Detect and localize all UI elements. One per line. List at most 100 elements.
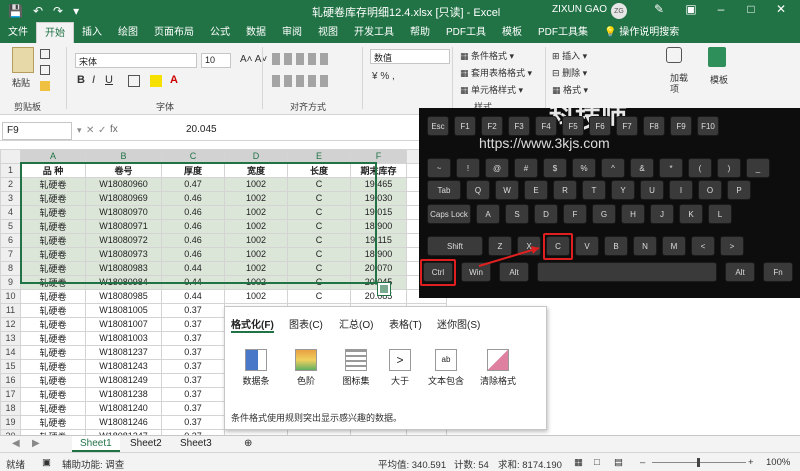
cell[interactable]: 卷号 bbox=[85, 162, 162, 178]
redo-icon[interactable]: ↷ bbox=[53, 4, 63, 18]
tab-insert[interactable]: 插入 bbox=[74, 22, 110, 43]
cell[interactable]: 轧硬卷 bbox=[20, 344, 86, 360]
copy-icon[interactable] bbox=[40, 65, 50, 75]
cell[interactable]: 轧硬卷 bbox=[20, 414, 86, 430]
cell[interactable]: W18080972 bbox=[85, 232, 162, 248]
cell[interactable]: 轧硬卷 bbox=[20, 358, 86, 374]
cell[interactable]: 1002 bbox=[224, 176, 288, 192]
row-header[interactable]: 8 bbox=[0, 260, 21, 276]
column-header[interactable]: F bbox=[350, 149, 407, 164]
cell[interactable]: W18081243 bbox=[85, 358, 162, 374]
row-header[interactable]: 9 bbox=[0, 274, 21, 290]
underline-button[interactable]: U bbox=[105, 74, 113, 86]
font-color-icon[interactable]: A bbox=[170, 74, 178, 86]
cell[interactable]: 轧硬卷 bbox=[20, 204, 86, 220]
cell[interactable]: 19.030 bbox=[350, 190, 407, 206]
page-layout-view-icon[interactable]: □ bbox=[594, 457, 600, 468]
cell[interactable]: 长度 bbox=[287, 162, 351, 178]
cell[interactable]: 1002 bbox=[224, 288, 288, 304]
fill-color-icon[interactable] bbox=[150, 75, 162, 87]
cell[interactable]: 0.44 bbox=[161, 288, 225, 304]
paste-icon[interactable] bbox=[12, 47, 34, 73]
cell[interactable]: 0.37 bbox=[161, 302, 225, 318]
name-box[interactable]: F9 bbox=[2, 122, 72, 140]
cell[interactable]: W18081005 bbox=[85, 302, 162, 318]
tab-formulas[interactable]: 公式 bbox=[202, 22, 238, 43]
insert-function-button[interactable]: fx bbox=[110, 124, 118, 135]
tab-developer[interactable]: 开发工具 bbox=[346, 22, 402, 43]
table-row[interactable]: 2 轧硬卷 W18080960 0.47 1002 C 19.465 bbox=[0, 176, 447, 192]
row-header[interactable]: 4 bbox=[0, 204, 21, 220]
tab-data[interactable]: 数据 bbox=[238, 22, 274, 43]
cell[interactable]: W18080985 bbox=[85, 288, 162, 304]
qa-tab-formatting[interactable]: 格式化(F) bbox=[231, 316, 274, 333]
indent-icons[interactable] bbox=[272, 75, 332, 87]
paste-label[interactable]: 粘贴 bbox=[12, 76, 30, 89]
tab-help[interactable]: 帮助 bbox=[402, 22, 438, 43]
cell[interactable]: W18081240 bbox=[85, 400, 162, 416]
addin-label[interactable]: 加载项 bbox=[670, 73, 690, 95]
cell[interactable]: 19.115 bbox=[350, 232, 407, 248]
cell[interactable]: 0.37 bbox=[161, 372, 225, 388]
zoom-level[interactable]: 100% bbox=[766, 457, 790, 468]
cell[interactable]: W18080983 bbox=[85, 260, 162, 276]
tab-view[interactable]: 视图 bbox=[310, 22, 346, 43]
template-icon[interactable] bbox=[708, 47, 726, 67]
close-icon[interactable]: ✕ bbox=[772, 2, 790, 16]
qa-tab-tables[interactable]: 表格(T) bbox=[389, 316, 422, 331]
row-header[interactable]: 6 bbox=[0, 232, 21, 248]
cell[interactable]: W18080984 bbox=[85, 274, 162, 290]
zoom-in-icon[interactable]: + bbox=[748, 457, 754, 468]
cell[interactable]: W18080971 bbox=[85, 218, 162, 234]
cell[interactable]: 0.37 bbox=[161, 316, 225, 332]
cell[interactable]: 0.44 bbox=[161, 274, 225, 290]
cell[interactable]: C bbox=[287, 204, 351, 220]
cell[interactable]: W18081007 bbox=[85, 316, 162, 332]
minimize-icon[interactable]: – bbox=[712, 2, 730, 16]
delete-cells-button[interactable]: ⊟ 删除 ▾ bbox=[552, 66, 587, 79]
cell[interactable]: 18.900 bbox=[350, 246, 407, 262]
customize-icon[interactable]: ▾ bbox=[73, 4, 79, 18]
row-header[interactable]: 14 bbox=[0, 344, 21, 360]
cell[interactable]: 轧硬卷 bbox=[20, 288, 86, 304]
cell[interactable]: C bbox=[287, 288, 351, 304]
cell[interactable]: C bbox=[287, 218, 351, 234]
row-header[interactable]: 7 bbox=[0, 246, 21, 262]
feedback-icon[interactable]: ✎ bbox=[650, 2, 668, 16]
cell[interactable]: 20.070 bbox=[350, 260, 407, 276]
avatar[interactable]: ZG bbox=[611, 3, 627, 19]
table-row[interactable]: 3 轧硬卷 W18080969 0.46 1002 C 19.030 bbox=[0, 190, 447, 206]
table-row[interactable]: 1品 种卷号 厚度 宽度 长度 期末库存 bbox=[0, 162, 447, 178]
cell[interactable]: 轧硬卷 bbox=[20, 176, 86, 192]
qa-greater-than[interactable]: > 大于 bbox=[375, 349, 425, 387]
conditional-format-button[interactable]: ▦ 条件格式 ▾ bbox=[460, 49, 514, 62]
cell[interactable]: C bbox=[287, 176, 351, 192]
accessibility-status[interactable]: 辅助功能: 调查 bbox=[62, 457, 124, 471]
tab-page-layout[interactable]: 页面布局 bbox=[146, 22, 202, 43]
addin-icon[interactable] bbox=[666, 47, 682, 63]
cell[interactable]: 0.37 bbox=[161, 358, 225, 374]
tell-me-search[interactable]: 💡 操作说明搜索 bbox=[596, 22, 687, 43]
add-sheet-icon[interactable]: ⊕ bbox=[236, 436, 260, 452]
currency-icon[interactable]: ¥ % , bbox=[372, 71, 395, 82]
column-header[interactable]: E bbox=[287, 149, 351, 164]
cell[interactable]: 轧硬卷 bbox=[20, 330, 86, 346]
qa-tab-totals[interactable]: 汇总(O) bbox=[339, 316, 373, 331]
cell[interactable]: 轧硬卷 bbox=[20, 190, 86, 206]
zoom-slider-thumb[interactable] bbox=[697, 458, 700, 467]
cell[interactable]: 19.015 bbox=[350, 204, 407, 220]
cell[interactable]: C bbox=[287, 260, 351, 276]
cell[interactable]: 轧硬卷 bbox=[20, 400, 86, 416]
cell[interactable]: W18081246 bbox=[85, 414, 162, 430]
table-row[interactable]: 8 轧硬卷 W18080983 0.44 1002 C 20.070 bbox=[0, 260, 447, 276]
cell[interactable]: 0.46 bbox=[161, 246, 225, 262]
borders-icon[interactable] bbox=[128, 75, 140, 87]
cell[interactable]: 轧硬卷 bbox=[20, 232, 86, 248]
cell[interactable]: W18080973 bbox=[85, 246, 162, 262]
cell[interactable]: 0.46 bbox=[161, 204, 225, 220]
column-header[interactable]: B bbox=[85, 149, 162, 164]
table-format-button[interactable]: ▦ 套用表格格式 ▾ bbox=[460, 66, 532, 79]
tab-home[interactable]: 开始 bbox=[36, 22, 74, 43]
cell[interactable]: 轧硬卷 bbox=[20, 302, 86, 318]
cell[interactable]: W18081003 bbox=[85, 330, 162, 346]
